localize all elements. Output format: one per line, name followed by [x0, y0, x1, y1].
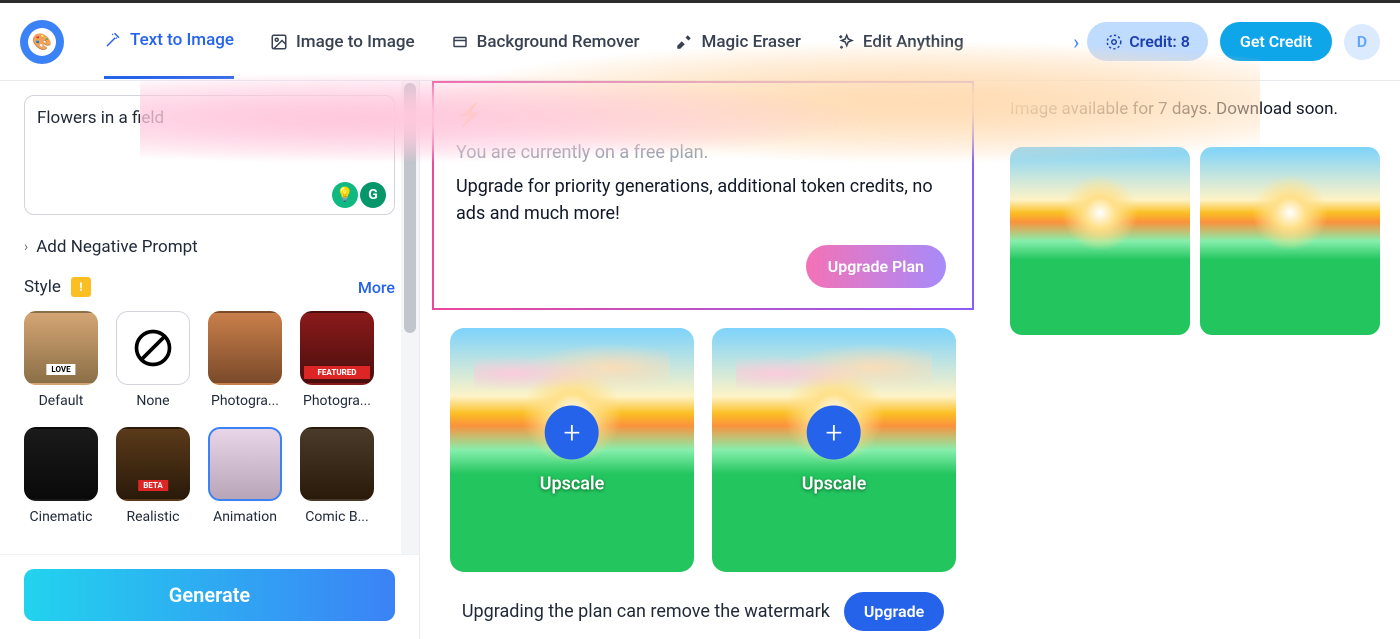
style-label: Realistic [126, 509, 179, 525]
history-panel: Image available for 7 days. Download soo… [1000, 81, 1400, 639]
add-negative-prompt[interactable]: › Add Negative Prompt [24, 237, 395, 257]
generate-button[interactable]: Generate [24, 569, 395, 621]
style-label: Default [39, 393, 84, 409]
style-label: Photogra... [211, 393, 279, 409]
upscale-button[interactable]: + Upscale [540, 406, 605, 495]
style-default[interactable]: Default [24, 311, 98, 409]
style-grid: Default None Photogra... Photogra... Cin… [24, 311, 395, 525]
negative-prompt-label: Add Negative Prompt [36, 237, 198, 257]
watermark-notice: Upgrading the plan can remove the waterm… [462, 601, 830, 622]
upscale-label: Upscale [802, 474, 867, 495]
generated-image-2[interactable]: + Upscale [712, 328, 956, 572]
style-comic-book[interactable]: Comic B... [300, 427, 374, 525]
style-photography-2[interactable]: Photogra... [300, 311, 374, 409]
app-logo[interactable]: 🎨 [20, 20, 64, 64]
upscale-label: Upscale [540, 474, 605, 495]
plus-icon: + [807, 406, 861, 460]
history-thumbnail-2[interactable] [1200, 147, 1380, 335]
style-photography-1[interactable]: Photogra... [208, 311, 282, 409]
more-styles-link[interactable]: More [358, 278, 395, 297]
style-label: Photogra... [303, 393, 371, 409]
upscale-button[interactable]: + Upscale [802, 406, 867, 495]
style-none[interactable]: None [116, 311, 190, 409]
generated-images: + Upscale + Upscale [426, 328, 980, 572]
generated-image-1[interactable]: + Upscale [450, 328, 694, 572]
upgrade-plan-button[interactable]: Upgrade Plan [806, 245, 946, 288]
plus-icon: + [545, 406, 599, 460]
style-animation[interactable]: Animation [208, 427, 282, 525]
warning-icon: ! [71, 277, 91, 297]
style-realistic[interactable]: Realistic [116, 427, 190, 525]
upgrade-button[interactable]: Upgrade [844, 592, 944, 631]
user-avatar[interactable]: D [1344, 24, 1380, 60]
style-heading: Style ! [24, 277, 91, 297]
style-label: Cinematic [30, 509, 93, 525]
style-label: Animation [213, 509, 277, 525]
wand-icon [104, 31, 122, 49]
style-cinematic[interactable]: Cinematic [24, 427, 98, 525]
chevron-right-icon: › [24, 239, 28, 255]
style-label: Comic B... [305, 509, 368, 525]
style-label: None [136, 393, 169, 409]
